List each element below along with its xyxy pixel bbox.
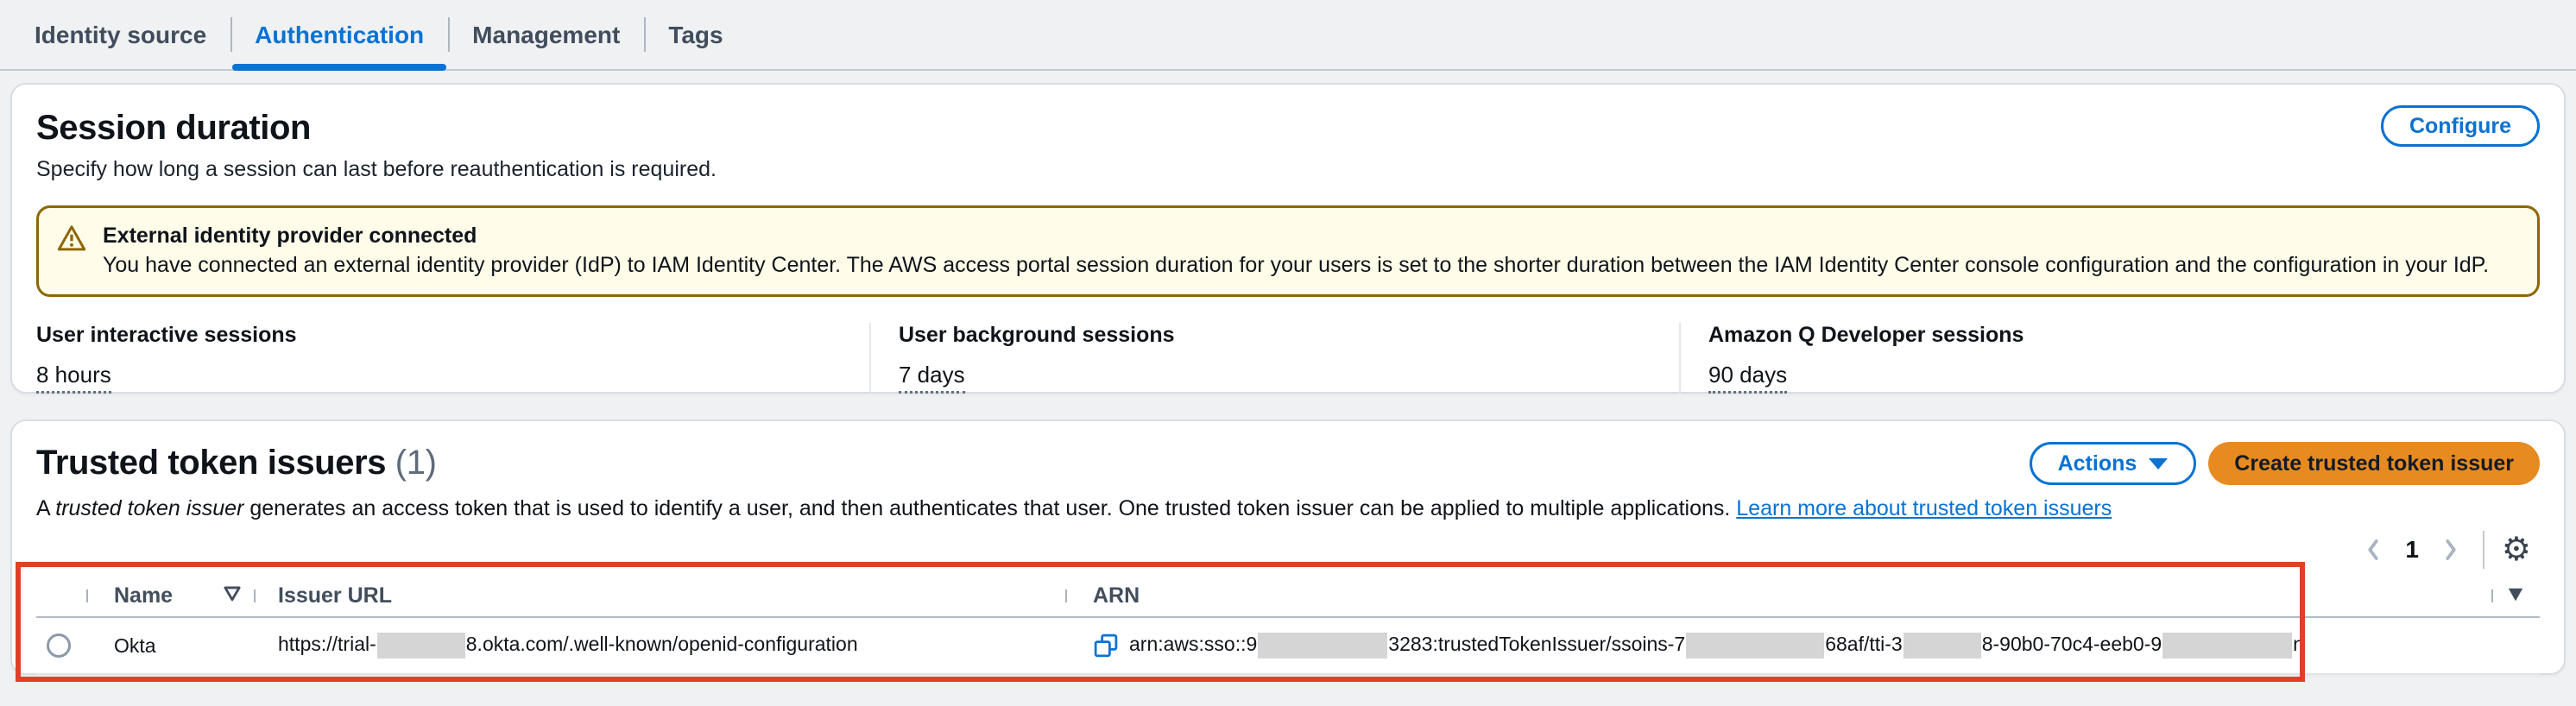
redacted-text (2162, 633, 2292, 659)
description-text: generates an access token that is used t… (243, 496, 1736, 520)
arn-text-part: 8-90b0-70c4-eeb0-9 (1982, 633, 2162, 655)
session-duration-title: Session duration (36, 107, 2540, 148)
previous-page-button[interactable] (2358, 533, 2388, 566)
trusted-token-issuers-table: Name Issuer URL ARN Okta (36, 575, 2540, 675)
column-header-name[interactable]: Name (86, 583, 254, 608)
tab-identity-source[interactable]: Identity source (10, 0, 230, 71)
row-select-cell (36, 634, 86, 658)
sort-icon[interactable] (223, 583, 242, 608)
stat-value: 90 days (1708, 362, 1787, 394)
redacted-text (1686, 633, 1824, 659)
stat-label: User interactive sessions (36, 323, 869, 348)
copy-icon[interactable] (1093, 633, 1119, 659)
actions-button-label: Actions (2058, 451, 2137, 476)
create-trusted-token-issuer-button[interactable]: Create trusted token issuer (2208, 442, 2540, 485)
create-button-label: Create trusted token issuer (2234, 451, 2514, 476)
caret-down-icon (2149, 458, 2168, 470)
redacted-text (377, 633, 465, 659)
pagination-divider (2483, 531, 2484, 569)
next-page-button[interactable] (2436, 533, 2466, 566)
tab-management[interactable]: Management (448, 0, 644, 71)
trusted-token-issuers-card: Trusted token issuers (1) Actions Create… (10, 419, 2566, 675)
arn-text-part: n (2293, 633, 2304, 655)
configure-button-label: Configure (2409, 114, 2511, 139)
description-text: A (36, 496, 55, 520)
row-issuer-url-cell: https://trial- 8.okta.com/.well-known/ope… (254, 633, 1065, 659)
session-duration-description: Specify how long a session can last befo… (36, 155, 2540, 183)
warning-alert-title: External identity provider connected (103, 221, 2489, 250)
stat-user-interactive-sessions: User interactive sessions 8 hours (36, 323, 869, 394)
column-header-arn[interactable]: ARN (1065, 583, 2491, 608)
description-italic-text: trusted token issuer (55, 496, 243, 520)
stat-amazon-q-developer-sessions: Amazon Q Developer sessions 90 days (1679, 323, 2024, 394)
trusted-token-issuers-title: Trusted token issuers (1) (36, 442, 436, 483)
table-preferences-button[interactable]: ⚙ (2502, 533, 2531, 566)
session-duration-card: Session duration Configure Specify how l… (10, 83, 2566, 394)
current-page-number: 1 (2405, 536, 2419, 564)
item-count: (1) (395, 444, 437, 482)
arn-text-part: 68af/tti-3 (1825, 633, 1903, 655)
learn-more-link[interactable]: Learn more about trusted token issuers (1736, 496, 2112, 520)
stat-value: 8 hours (36, 362, 111, 394)
arn-text-part: arn:aws:sso::9 (1129, 633, 1257, 655)
stat-value: 7 days (899, 362, 965, 394)
row-name-cell: Okta (86, 634, 254, 658)
warning-icon (56, 223, 87, 280)
chevron-left-icon (2362, 537, 2384, 563)
configure-button[interactable]: Configure (2381, 105, 2540, 147)
warning-alert-body: You have connected an external identity … (103, 250, 2489, 280)
row-arn-cell: arn:aws:sso::9 3283:trustedTokenIssuer/ss… (1065, 633, 2491, 659)
issuer-url-text: 8.okta.com/.well-known/openid-configurat… (466, 633, 858, 655)
column-header-end (2491, 583, 2540, 608)
issuer-name: Okta (114, 634, 156, 658)
tab-label: Authentication (255, 22, 424, 49)
column-header-issuer-url[interactable]: Issuer URL (254, 583, 1065, 608)
actions-button[interactable]: Actions (2030, 442, 2197, 485)
issuer-url-text: https://trial- (278, 633, 376, 655)
gear-icon: ⚙ (2502, 532, 2531, 568)
stat-user-background-sessions: User background sessions 7 days (869, 323, 1679, 394)
redacted-text (1258, 633, 1387, 659)
tab-tags[interactable]: Tags (644, 0, 747, 71)
session-stats: User interactive sessions 8 hours User b… (36, 323, 2540, 394)
title-text: Trusted token issuers (36, 444, 386, 482)
redacted-text (1904, 633, 1981, 659)
tab-label: Tags (668, 22, 723, 49)
tab-label: Management (472, 22, 620, 49)
stat-label: User background sessions (899, 323, 1679, 348)
tab-label: Identity source (35, 22, 206, 49)
tab-authentication[interactable]: Authentication (230, 0, 448, 71)
chevron-right-icon (2440, 537, 2462, 563)
row-radio-button[interactable] (47, 634, 71, 658)
arn-text: arn:aws:sso::9 3283:trustedTokenIssuer/ss… (1129, 633, 2304, 659)
column-sort-icon[interactable] (2506, 583, 2525, 608)
pagination: 1 ⚙ (36, 528, 2540, 571)
table-row[interactable]: Okta https://trial- 8.okta.com/.well-know… (36, 618, 2540, 675)
table-header-row: Name Issuer URL ARN (36, 575, 2540, 618)
arn-text-part: 3283:trustedTokenIssuer/ssoins-7 (1388, 633, 1685, 655)
column-header-label: Issuer URL (278, 583, 392, 608)
column-header-label: ARN (1093, 583, 1140, 608)
stat-label: Amazon Q Developer sessions (1708, 323, 2024, 348)
column-header-label: Name (114, 583, 173, 608)
trusted-token-issuers-description: A trusted token issuer generates an acce… (36, 494, 2540, 523)
tab-bar: Identity source Authentication Managemen… (0, 0, 2576, 71)
warning-alert: External identity provider connected You… (36, 205, 2540, 297)
